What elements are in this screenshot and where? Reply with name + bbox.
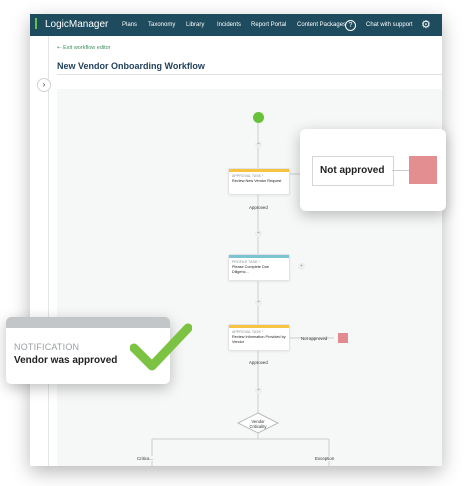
add-step-button[interactable]: + [255,141,262,148]
app-window: LogicManager Plans Taxonomy Library Inci… [30,14,442,466]
not-approved-swatch [409,156,437,184]
approved-label: Approved [249,205,268,210]
logo[interactable]: LogicManager [35,18,108,30]
task-type-label: APPROVAL TASK * [232,174,264,178]
add-step-button[interactable]: + [298,263,305,270]
branch-exception-label: Exception [313,456,337,461]
chat-with-support-link[interactable]: Chat with support [366,22,413,28]
nav-incidents[interactable]: Incidents [217,22,241,28]
task-type-bar [229,255,289,258]
not-approved-callout: Not approved [300,129,446,211]
nav-library[interactable]: Library [186,22,204,28]
add-step-button[interactable]: + [255,230,262,237]
task-type-bar [229,169,289,172]
not-approved-box: Not approved [312,156,394,186]
task-name: Review Information Provided by Vendor [232,335,286,344]
task-type-bar [229,325,289,328]
checkmark-icon [130,323,192,371]
logo-text: LogicManager [45,19,109,30]
exit-workflow-editor-link[interactable]: ⇠ Exit workflow editor [57,45,111,51]
title-divider [57,74,442,75]
notification-heading: NOTIFICATION [14,342,80,352]
not-approved-text: Not approved [320,165,385,176]
approved-label: Approved [249,360,268,365]
nav-report-portal[interactable]: Report Portal [251,22,286,28]
exit-workflow-editor-label: Exit workflow editor [63,45,111,51]
gateway-label: Vendor Criticality [243,419,273,429]
help-icon[interactable]: ? [345,20,356,31]
add-step-button[interactable]: + [255,387,262,394]
expand-sidebar-button[interactable]: › [37,78,51,92]
top-navigation-bar: LogicManager Plans Taxonomy Library Inci… [30,14,442,36]
not-approved-end-node[interactable] [338,333,348,343]
gateway-label-line2: Criticality [249,424,267,429]
left-rail: › [30,36,51,466]
notification-message: Vendor was approved [14,355,118,366]
start-node[interactable] [253,112,264,123]
task-name: Please Complete Due Diligenc... [232,265,269,274]
add-step-button[interactable]: + [255,299,262,306]
page-title: New Vendor Onboarding Workflow [57,61,205,71]
gear-icon[interactable]: ⚙ [421,18,431,31]
logo-mark-icon [35,18,43,29]
nav-taxonomy[interactable]: Taxonomy [148,22,175,28]
task-name: Review New Vendor Request [232,179,282,183]
not-approved-label: Not approved [301,336,328,341]
nav-plans[interactable]: Plans [122,22,137,28]
task-type-label: PROFILE TASK * [232,260,260,264]
task-complete-due-diligence[interactable]: PROFILE TASK * Please Complete Due Dilig… [228,254,290,281]
task-type-label: APPROVAL TASK * [232,330,264,334]
nav-content-packages[interactable]: Content Packages [297,22,346,28]
branch-critical-label: Critica... [135,456,156,461]
task-review-new-vendor-request[interactable]: APPROVAL TASK * Review New Vendor Reques… [228,168,290,195]
callout-connector [392,170,409,171]
task-review-vendor-information[interactable]: APPROVAL TASK * Review Information Provi… [228,324,290,351]
